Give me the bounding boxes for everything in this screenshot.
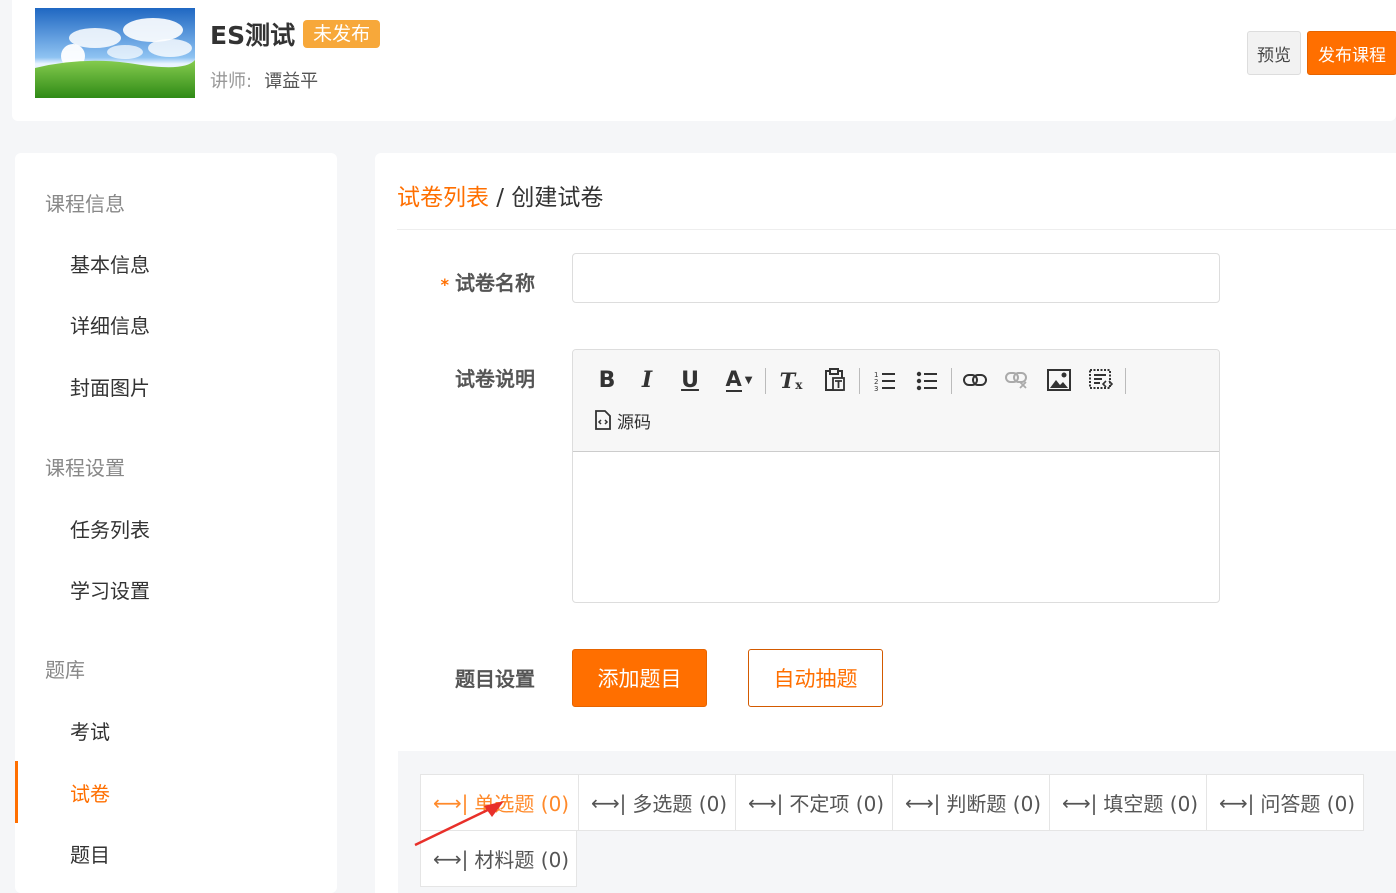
bullet-list-icon[interactable] [911,364,943,396]
clear-format-icon[interactable]: Tx [775,364,807,396]
question-type-tab-multiple[interactable]: ⟷| 多选题 (0) [578,774,736,831]
question-type-label: 多选题 (0) [632,792,728,816]
sidebar-group-course-info: 课程信息 [45,192,125,216]
breadcrumb-separator: / [489,185,512,211]
question-type-label: 材料题 (0) [474,848,570,872]
question-type-tab-single[interactable]: ⟷| 单选题 (0) [420,774,579,831]
question-type-tab-judge[interactable]: ⟷| 判断题 (0) [892,774,1050,831]
sidebar-item-detail-info[interactable]: 详细信息 [15,293,337,355]
cover-landscape-graphic [35,8,195,98]
underline-icon[interactable]: U [674,364,706,396]
drag-handle-icon[interactable]: ⟷| [433,791,468,815]
question-type-panel: ⟷| 单选题 (0) ⟷| 多选题 (0) ⟷| 不定项 (0) ⟷| 判断题 (0) … [398,751,1396,893]
editor-content-area[interactable] [573,452,1219,602]
drag-handle-icon[interactable]: ⟷| [748,791,783,815]
question-type-label: 单选题 (0) [474,792,570,816]
question-type-tab-material[interactable]: ⟷| 材料题 (0) [420,830,577,887]
html-template-icon[interactable] [1085,364,1117,396]
paper-desc-label: 试卷说明 [455,367,535,391]
svg-text:3: 3 [874,385,878,391]
numbered-list-icon[interactable]: 123 [869,364,901,396]
rich-text-editor: B I U A ▼ Tx 123 源码 [572,349,1220,603]
status-badge: 未发布 [303,20,381,48]
teacher-info: 讲师: 谭益平 [210,67,318,93]
sidebar-group-course-settings: 课程设置 [45,456,125,480]
sidebar-item-task-list[interactable]: 任务列表 [15,497,337,559]
editor-toolbar: B I U A ▼ Tx 123 源码 [573,350,1219,452]
question-type-tab-uncertain[interactable]: ⟷| 不定项 (0) [735,774,893,831]
sidebar-item-exam[interactable]: 考试 [15,699,337,761]
sidebar-group-question-bank: 题库 [45,658,85,682]
sidebar-item-study-settings[interactable]: 学习设置 [15,558,337,620]
toolbar-separator [765,368,766,394]
breadcrumb: 试卷列表 / 创建试卷 [397,178,603,212]
add-question-button[interactable]: 添加题目 [572,649,707,707]
drag-handle-icon[interactable]: ⟷| [905,791,940,815]
breadcrumb-paper-list-link[interactable]: 试卷列表 [397,185,489,211]
bold-icon[interactable]: B [591,364,623,396]
course-cover-image [35,8,195,98]
publish-course-button[interactable]: 发布课程 [1307,31,1396,75]
course-title: ES测试 未发布 [210,16,381,52]
source-code-label: 源码 [617,412,651,433]
sidebar: 课程信息 基本信息 详细信息 封面图片 课程设置 任务列表 学习设置 题库 考试… [15,153,337,893]
link-icon[interactable] [959,364,991,396]
breadcrumb-divider [397,229,1396,230]
sidebar-item-questions[interactable]: 题目 [15,822,337,884]
auto-draw-button[interactable]: 自动抽题 [748,649,883,707]
paper-name-label: * 试卷名称 [375,267,535,296]
question-settings-label: 题目设置 [455,667,535,691]
italic-icon[interactable]: I [631,364,663,396]
question-type-tab-essay[interactable]: ⟷| 问答题 (0) [1206,774,1364,831]
question-type-label: 判断题 (0) [946,792,1042,816]
toolbar-separator [951,368,952,394]
question-type-label: 问答题 (0) [1260,792,1356,816]
teacher-name: 谭益平 [264,71,319,92]
required-mark: * [440,275,449,294]
drag-handle-icon[interactable]: ⟷| [433,847,468,871]
main-content: 试卷列表 / 创建试卷 * 试卷名称 试卷说明 B I U A▼ Tx 123 [375,153,1396,893]
source-file-icon [595,410,611,430]
drag-handle-icon[interactable]: ⟷| [1062,791,1097,815]
text-color-icon[interactable]: A ▼ [719,364,759,396]
question-type-label: 不定项 (0) [789,792,885,816]
teacher-label: 讲师: [210,71,253,92]
sidebar-item-paper[interactable]: 试卷 [15,761,337,823]
sidebar-item-basic-info[interactable]: 基本信息 [15,232,337,294]
question-type-tab-fill[interactable]: ⟷| 填空题 (0) [1049,774,1207,831]
question-type-label: 填空题 (0) [1103,792,1199,816]
paper-name-input[interactable] [572,253,1220,303]
paste-text-icon[interactable] [819,364,851,396]
image-icon[interactable] [1043,364,1075,396]
course-title-text: ES测试 [210,21,296,50]
toolbar-separator [1125,368,1126,394]
course-header: ES测试 未发布 讲师: 谭益平 预览 发布课程 [12,0,1396,121]
paper-name-label-text: 试卷名称 [455,271,535,295]
toolbar-separator [859,368,860,394]
drag-handle-icon[interactable]: ⟷| [1219,791,1254,815]
drag-handle-icon[interactable]: ⟷| [591,791,626,815]
breadcrumb-current: 创建试卷 [511,185,604,211]
sidebar-item-cover-image[interactable]: 封面图片 [15,355,337,417]
preview-button[interactable]: 预览 [1247,31,1301,75]
source-code-button[interactable]: 源码 [595,406,651,434]
unlink-icon[interactable] [1001,364,1033,396]
